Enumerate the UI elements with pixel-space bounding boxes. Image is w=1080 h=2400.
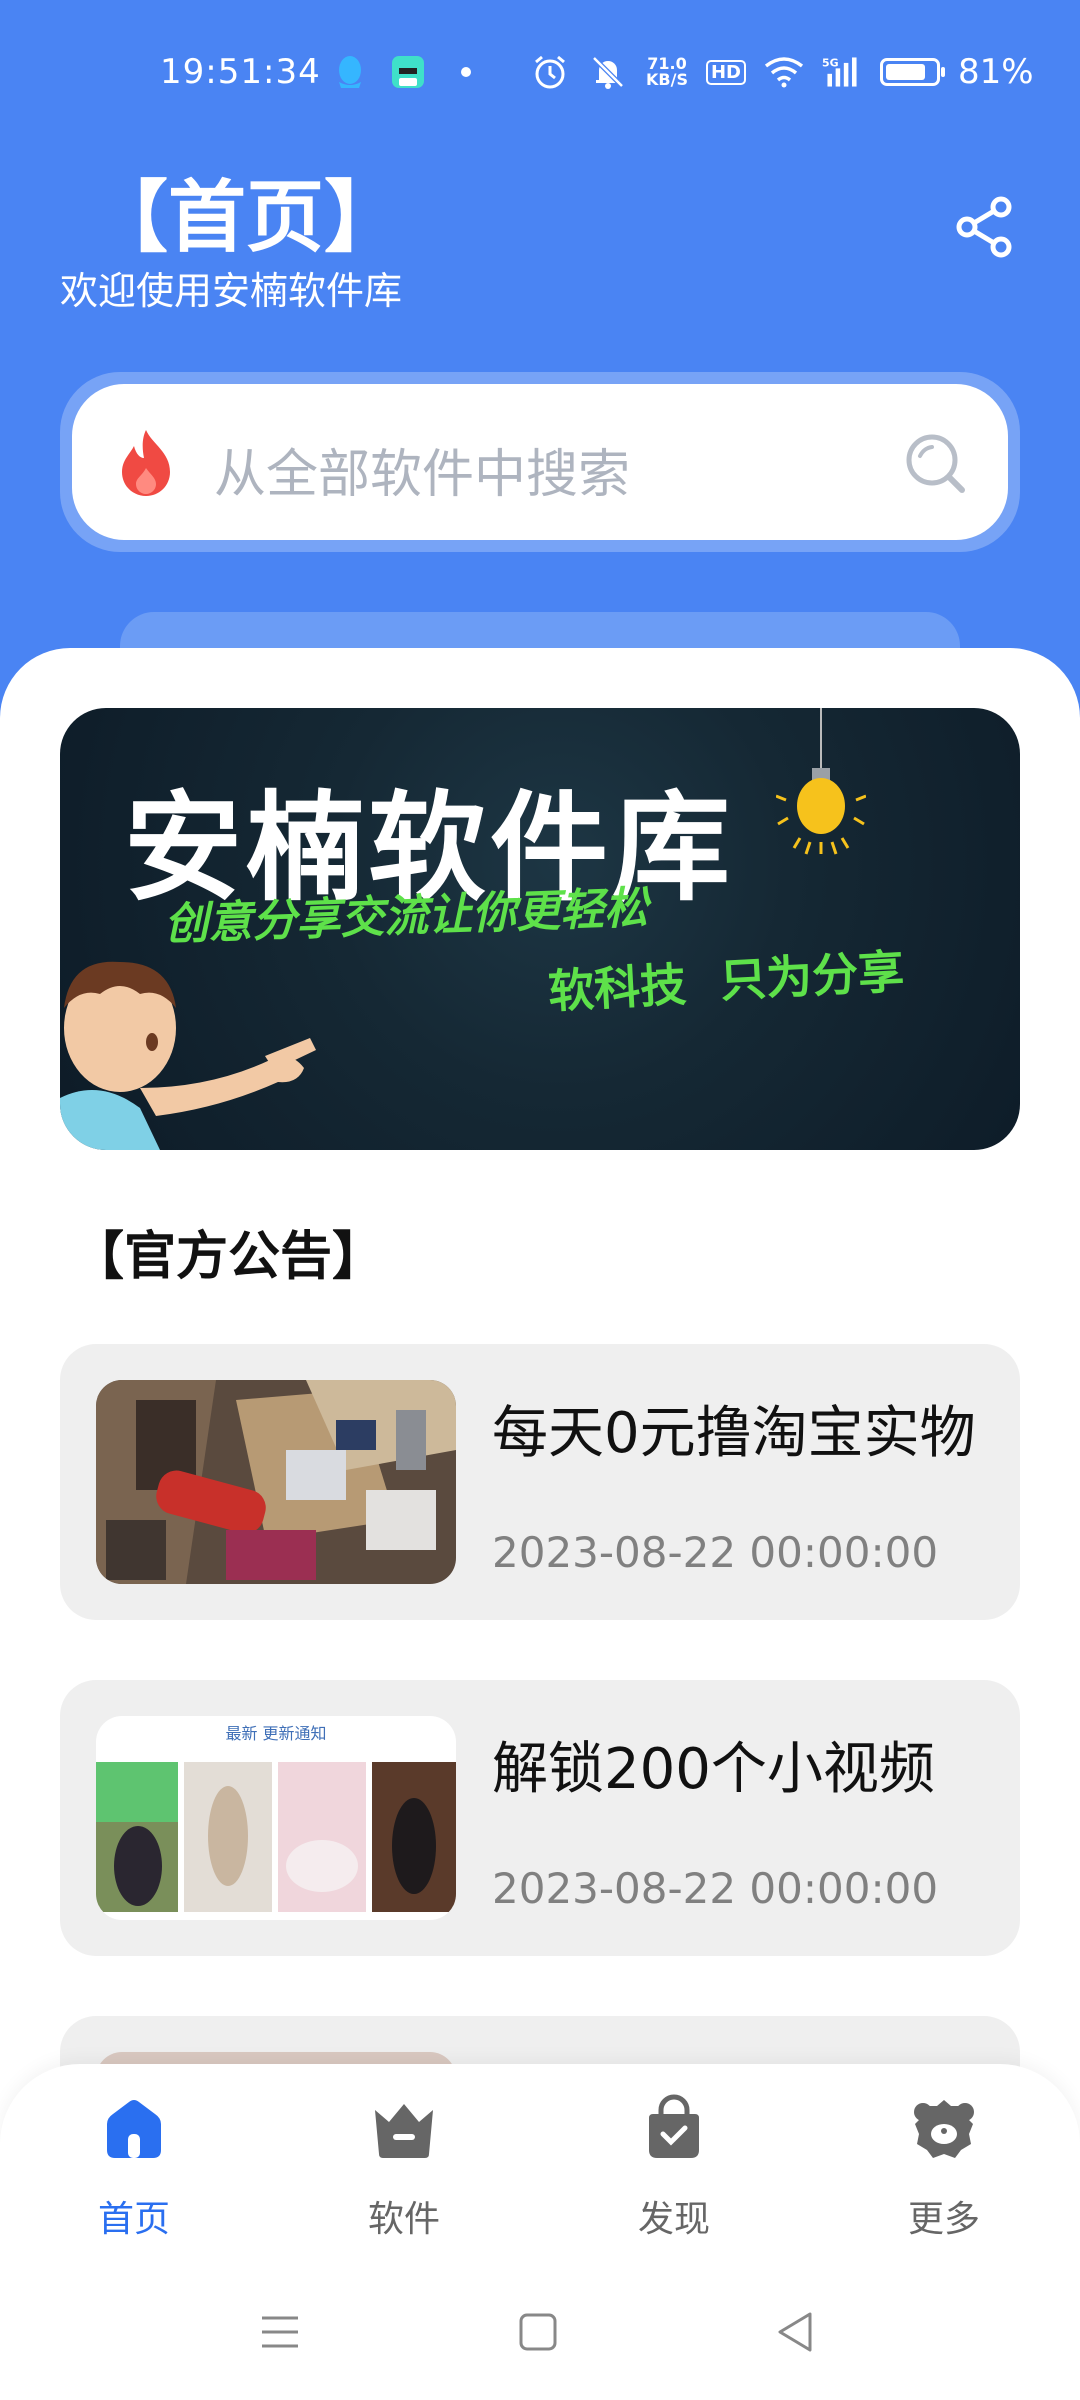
- nav-label-software: 软件: [367, 2199, 440, 2240]
- share-button[interactable]: [950, 192, 1020, 262]
- nav-item-more[interactable]: 更多: [844, 2094, 1044, 2254]
- nav-label-home: 首页: [97, 2199, 170, 2240]
- banner-tag-share: 只为分享: [718, 944, 906, 1008]
- battery-percentage: 81%: [957, 52, 1034, 92]
- recent-apps-menu-icon[interactable]: [250, 2302, 310, 2362]
- nav-label-more: 更多: [907, 2199, 980, 2240]
- alarm-icon: [530, 52, 570, 92]
- status-bar: 19:51:34 71.0 KB/S HD 5G 81%: [0, 40, 1080, 110]
- battery-icon: [879, 58, 945, 86]
- light-bulb-icon: [776, 708, 866, 855]
- mute-bell-icon: [588, 52, 628, 92]
- back-triangle-icon[interactable]: [766, 2302, 826, 2362]
- battery-fill: [885, 64, 925, 80]
- nav-item-software[interactable]: 软件: [304, 2094, 504, 2254]
- status-time: 19:51:34: [160, 52, 321, 92]
- search-placeholder: 从全部软件中搜索: [214, 445, 631, 505]
- home-icon: [107, 2100, 161, 2158]
- video-preview-collage-image: [96, 1762, 456, 1912]
- nav-item-home[interactable]: 首页: [34, 2094, 234, 2254]
- announcements-heading: 【官方公告】: [72, 1227, 385, 1287]
- banner-carousel[interactable]: 安楠软件库 创意分享交流让你更轻松 软科技 只为分享: [60, 708, 1020, 1150]
- magic-app-icon: [388, 52, 428, 92]
- nav-item-discover[interactable]: 发现: [574, 2094, 774, 2254]
- hd-badge: HD: [705, 59, 746, 85]
- announcement-title: 每天0元撸淘宝实物: [492, 1401, 976, 1466]
- bag-icon: [649, 2094, 699, 2158]
- announcement-title: 解锁200个小视频: [492, 1737, 935, 1802]
- announcement-card-1[interactable]: 每天0元撸淘宝实物 2023-08-22 00:00:00: [60, 1344, 1020, 1620]
- pointing-boy-illustration: [60, 961, 316, 1150]
- package-photo-image: [96, 1380, 456, 1584]
- qq-icon: [330, 52, 370, 92]
- page-title: 【首页】: [90, 173, 403, 263]
- search-icon[interactable]: [902, 430, 968, 496]
- announcement-thumbnail-2: 最新 更新通知: [96, 1716, 456, 1920]
- search-input[interactable]: 从全部软件中搜索: [72, 384, 1008, 540]
- crown-icon: [375, 2104, 433, 2158]
- signal-icon: 5G: [822, 52, 862, 92]
- bear-icon: [914, 2100, 974, 2158]
- more-notifications-dot-icon: [446, 52, 486, 92]
- announcement-date: 2023-08-22 00:00:00: [492, 1528, 939, 1577]
- page-subtitle: 欢迎使用安楠软件库: [60, 269, 403, 313]
- status-notification-icons: [330, 52, 486, 92]
- network-type-label: 5G: [822, 57, 839, 70]
- fire-icon: [122, 430, 170, 496]
- home-square-icon[interactable]: [508, 2302, 568, 2362]
- announcement-thumbnail-1: [96, 1380, 456, 1584]
- battery-tip: [940, 67, 945, 77]
- network-speed-unit: KB/S: [646, 70, 688, 89]
- nav-label-discover: 发现: [637, 2199, 710, 2240]
- announcement-card-2[interactable]: 最新 更新通知 解锁200个小视频 2023-08-22 00:00:00: [60, 1680, 1020, 1956]
- wifi-icon: [764, 52, 804, 92]
- banner-tag-tech: 软科技: [546, 957, 688, 1019]
- announcement-date: 2023-08-22 00:00:00: [492, 1864, 939, 1913]
- share-icon: [956, 196, 1012, 258]
- network-speed: 71.0 KB/S: [646, 56, 688, 88]
- status-system-icons: 71.0 KB/S HD 5G 81%: [530, 52, 1034, 92]
